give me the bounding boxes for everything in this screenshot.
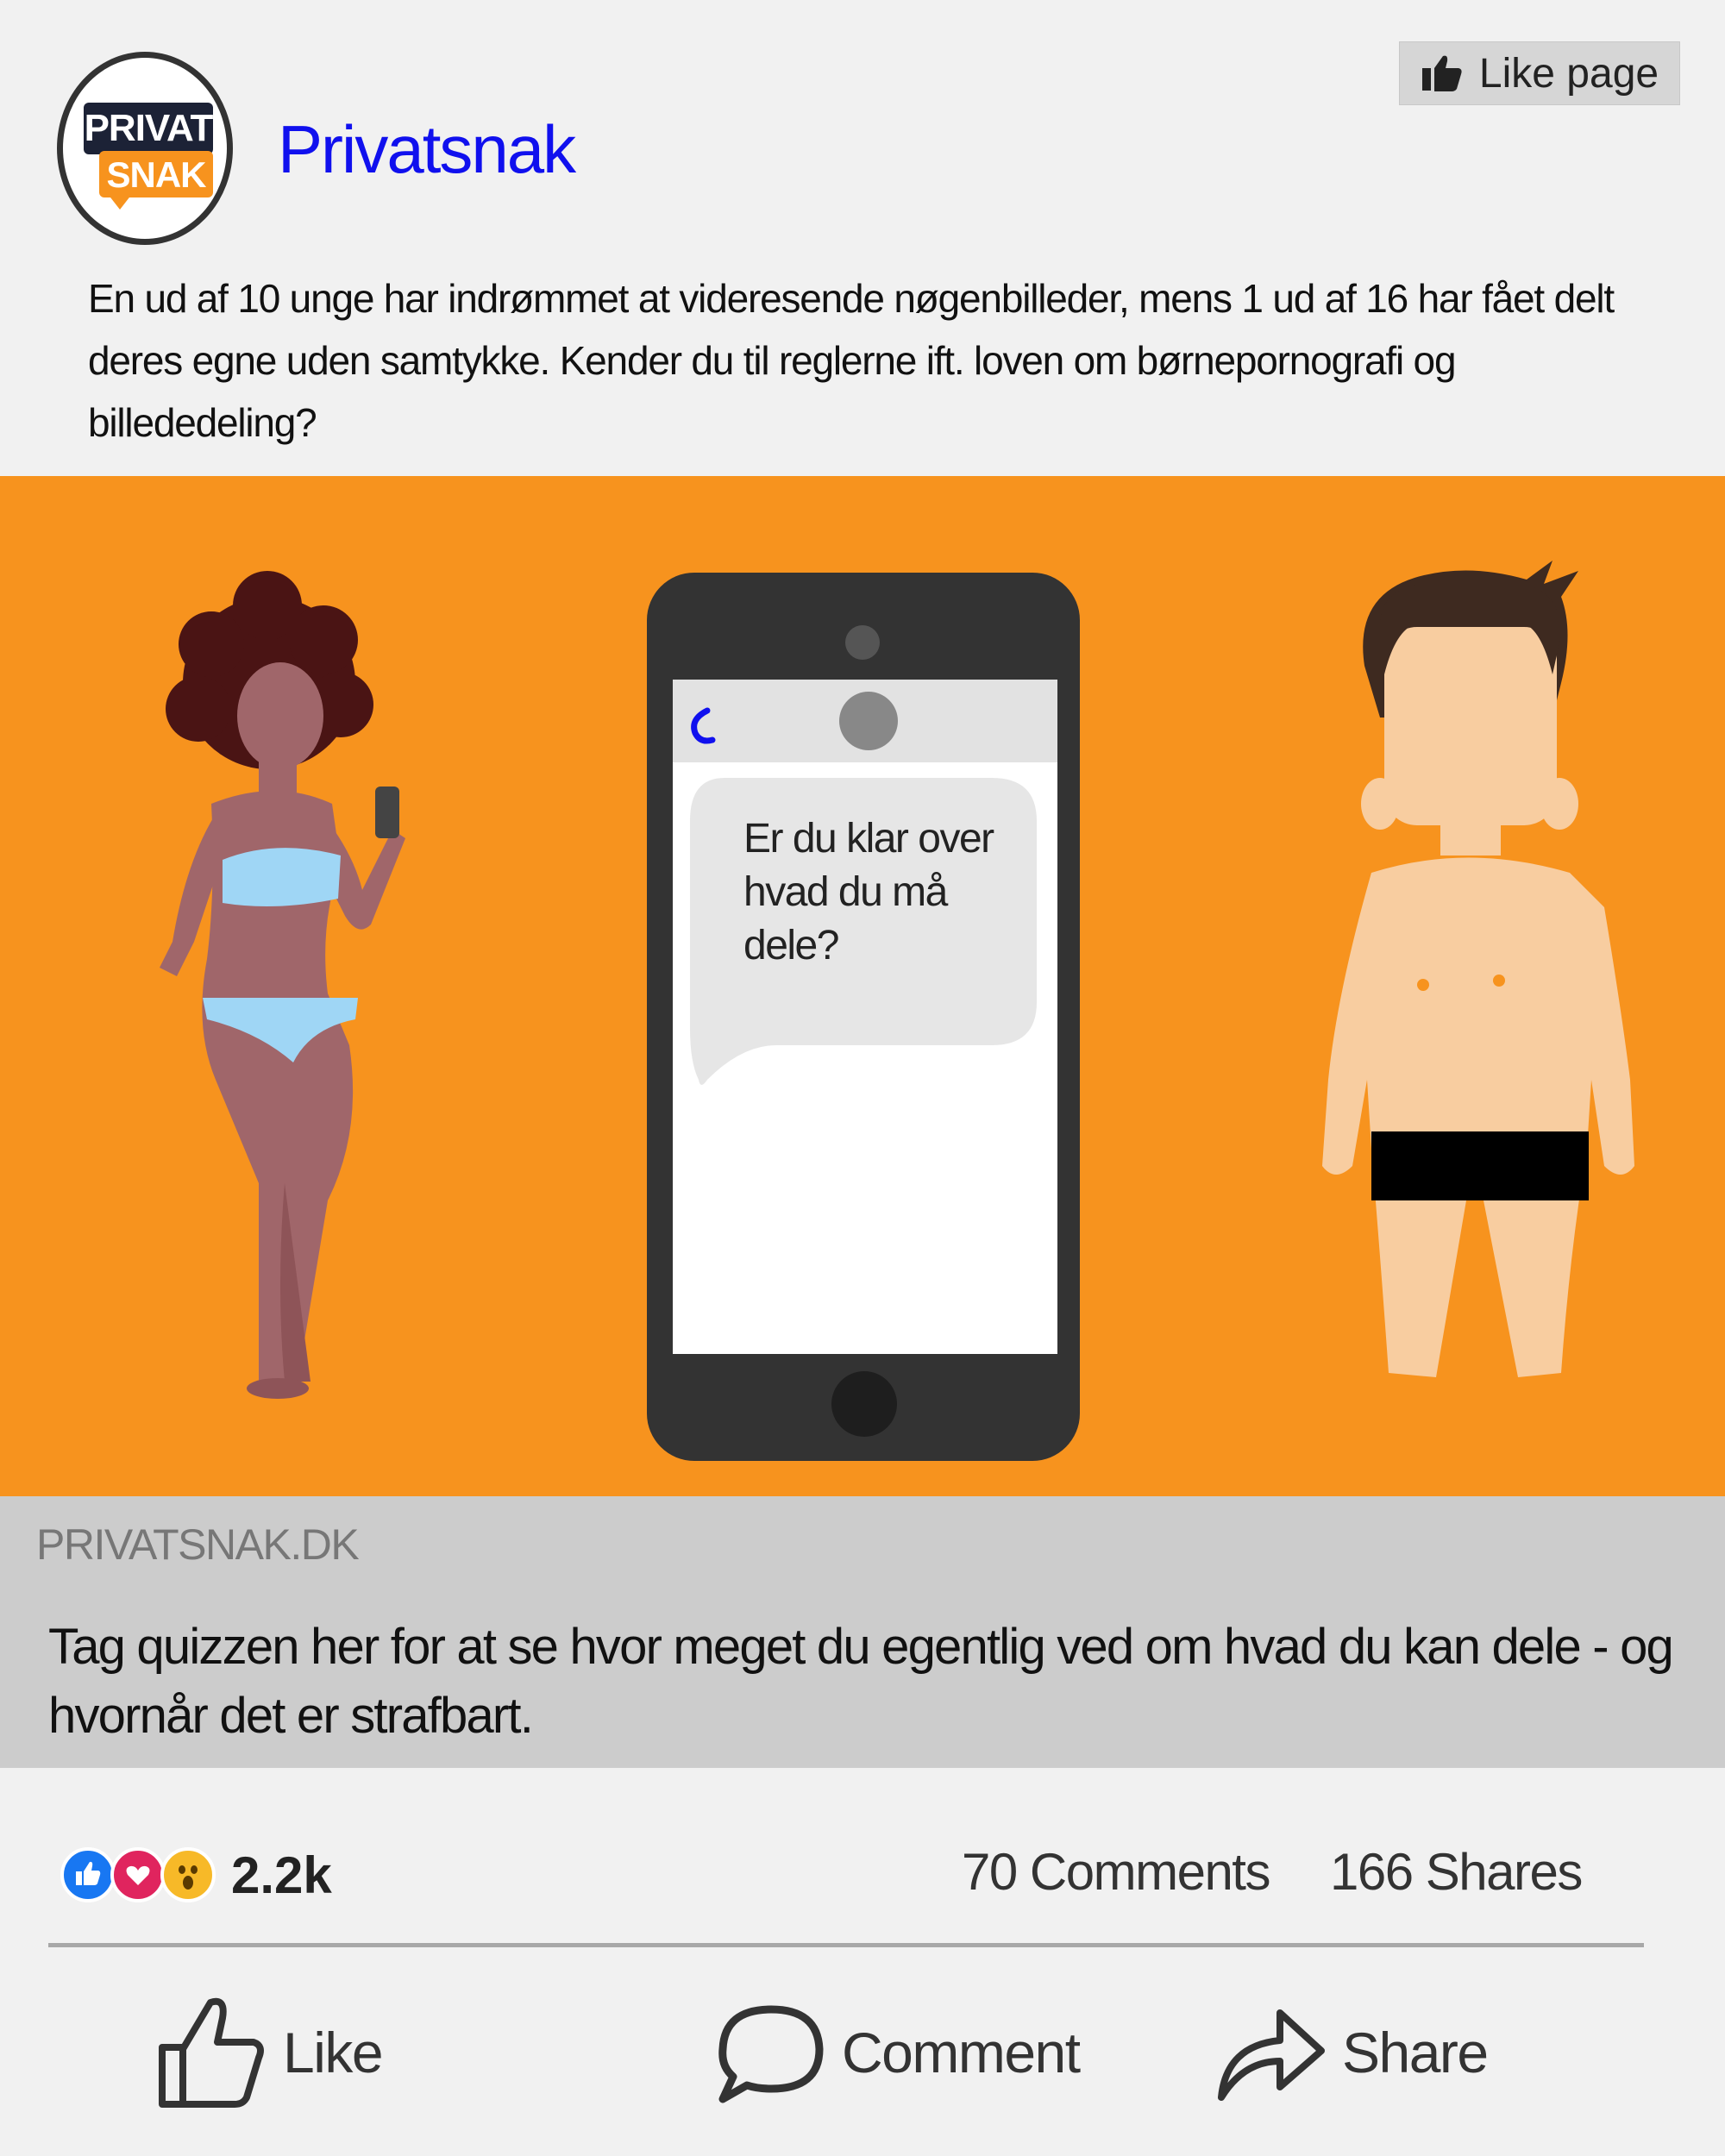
- comment-label: Comment: [842, 2021, 1081, 2084]
- reaction-icons[interactable]: [60, 1846, 233, 1906]
- page-name-link[interactable]: Privatsnak: [278, 110, 576, 189]
- post-illustration[interactable]: [0, 476, 1725, 1496]
- link-domain: PRIVATSNAK.DK: [36, 1520, 360, 1569]
- man-figure: [1322, 561, 1634, 1377]
- reaction-count[interactable]: 2.2k: [231, 1846, 332, 1906]
- like-label: Like: [283, 2021, 384, 2084]
- link-title[interactable]: Tag quizzen her for at se hvor meget du …: [48, 1613, 1687, 1751]
- logo-text-snak: SNAK: [99, 151, 213, 197]
- share-button[interactable]: Share: [1214, 1992, 1489, 2113]
- like-page-label: Like page: [1478, 50, 1659, 97]
- shares-count[interactable]: 166 Shares: [1330, 1842, 1583, 1902]
- thumbs-up-icon: [159, 1997, 264, 2108]
- logo-text-privat: PRIVAT: [84, 103, 213, 154]
- share-label: Share: [1342, 2021, 1489, 2084]
- wow-reaction-icon: [160, 1847, 216, 1902]
- stats-divider: [48, 1943, 1644, 1947]
- share-arrow-icon: [1218, 2009, 1325, 2101]
- phone-illustration: [647, 573, 1080, 1461]
- censor-bar: [1371, 1131, 1589, 1200]
- like-button[interactable]: Like: [157, 1992, 384, 2113]
- love-reaction-icon: [110, 1847, 166, 1902]
- like-page-button[interactable]: Like page: [1399, 41, 1680, 105]
- phone-message-text: Er du klar over hvad du må dele?: [743, 816, 994, 968]
- page-avatar[interactable]: PRIVAT SNAK: [57, 52, 233, 245]
- like-reaction-icon: [60, 1847, 116, 1902]
- comments-count[interactable]: 70 Comments: [962, 1842, 1270, 1902]
- post-text: En ud af 10 unge har indrømmet at videre…: [88, 276, 1615, 445]
- woman-figure: [160, 571, 405, 1399]
- comment-button[interactable]: Comment: [714, 1992, 1081, 2113]
- speech-bubble-icon: [718, 2005, 824, 2103]
- thumbs-up-icon: [1421, 55, 1462, 91]
